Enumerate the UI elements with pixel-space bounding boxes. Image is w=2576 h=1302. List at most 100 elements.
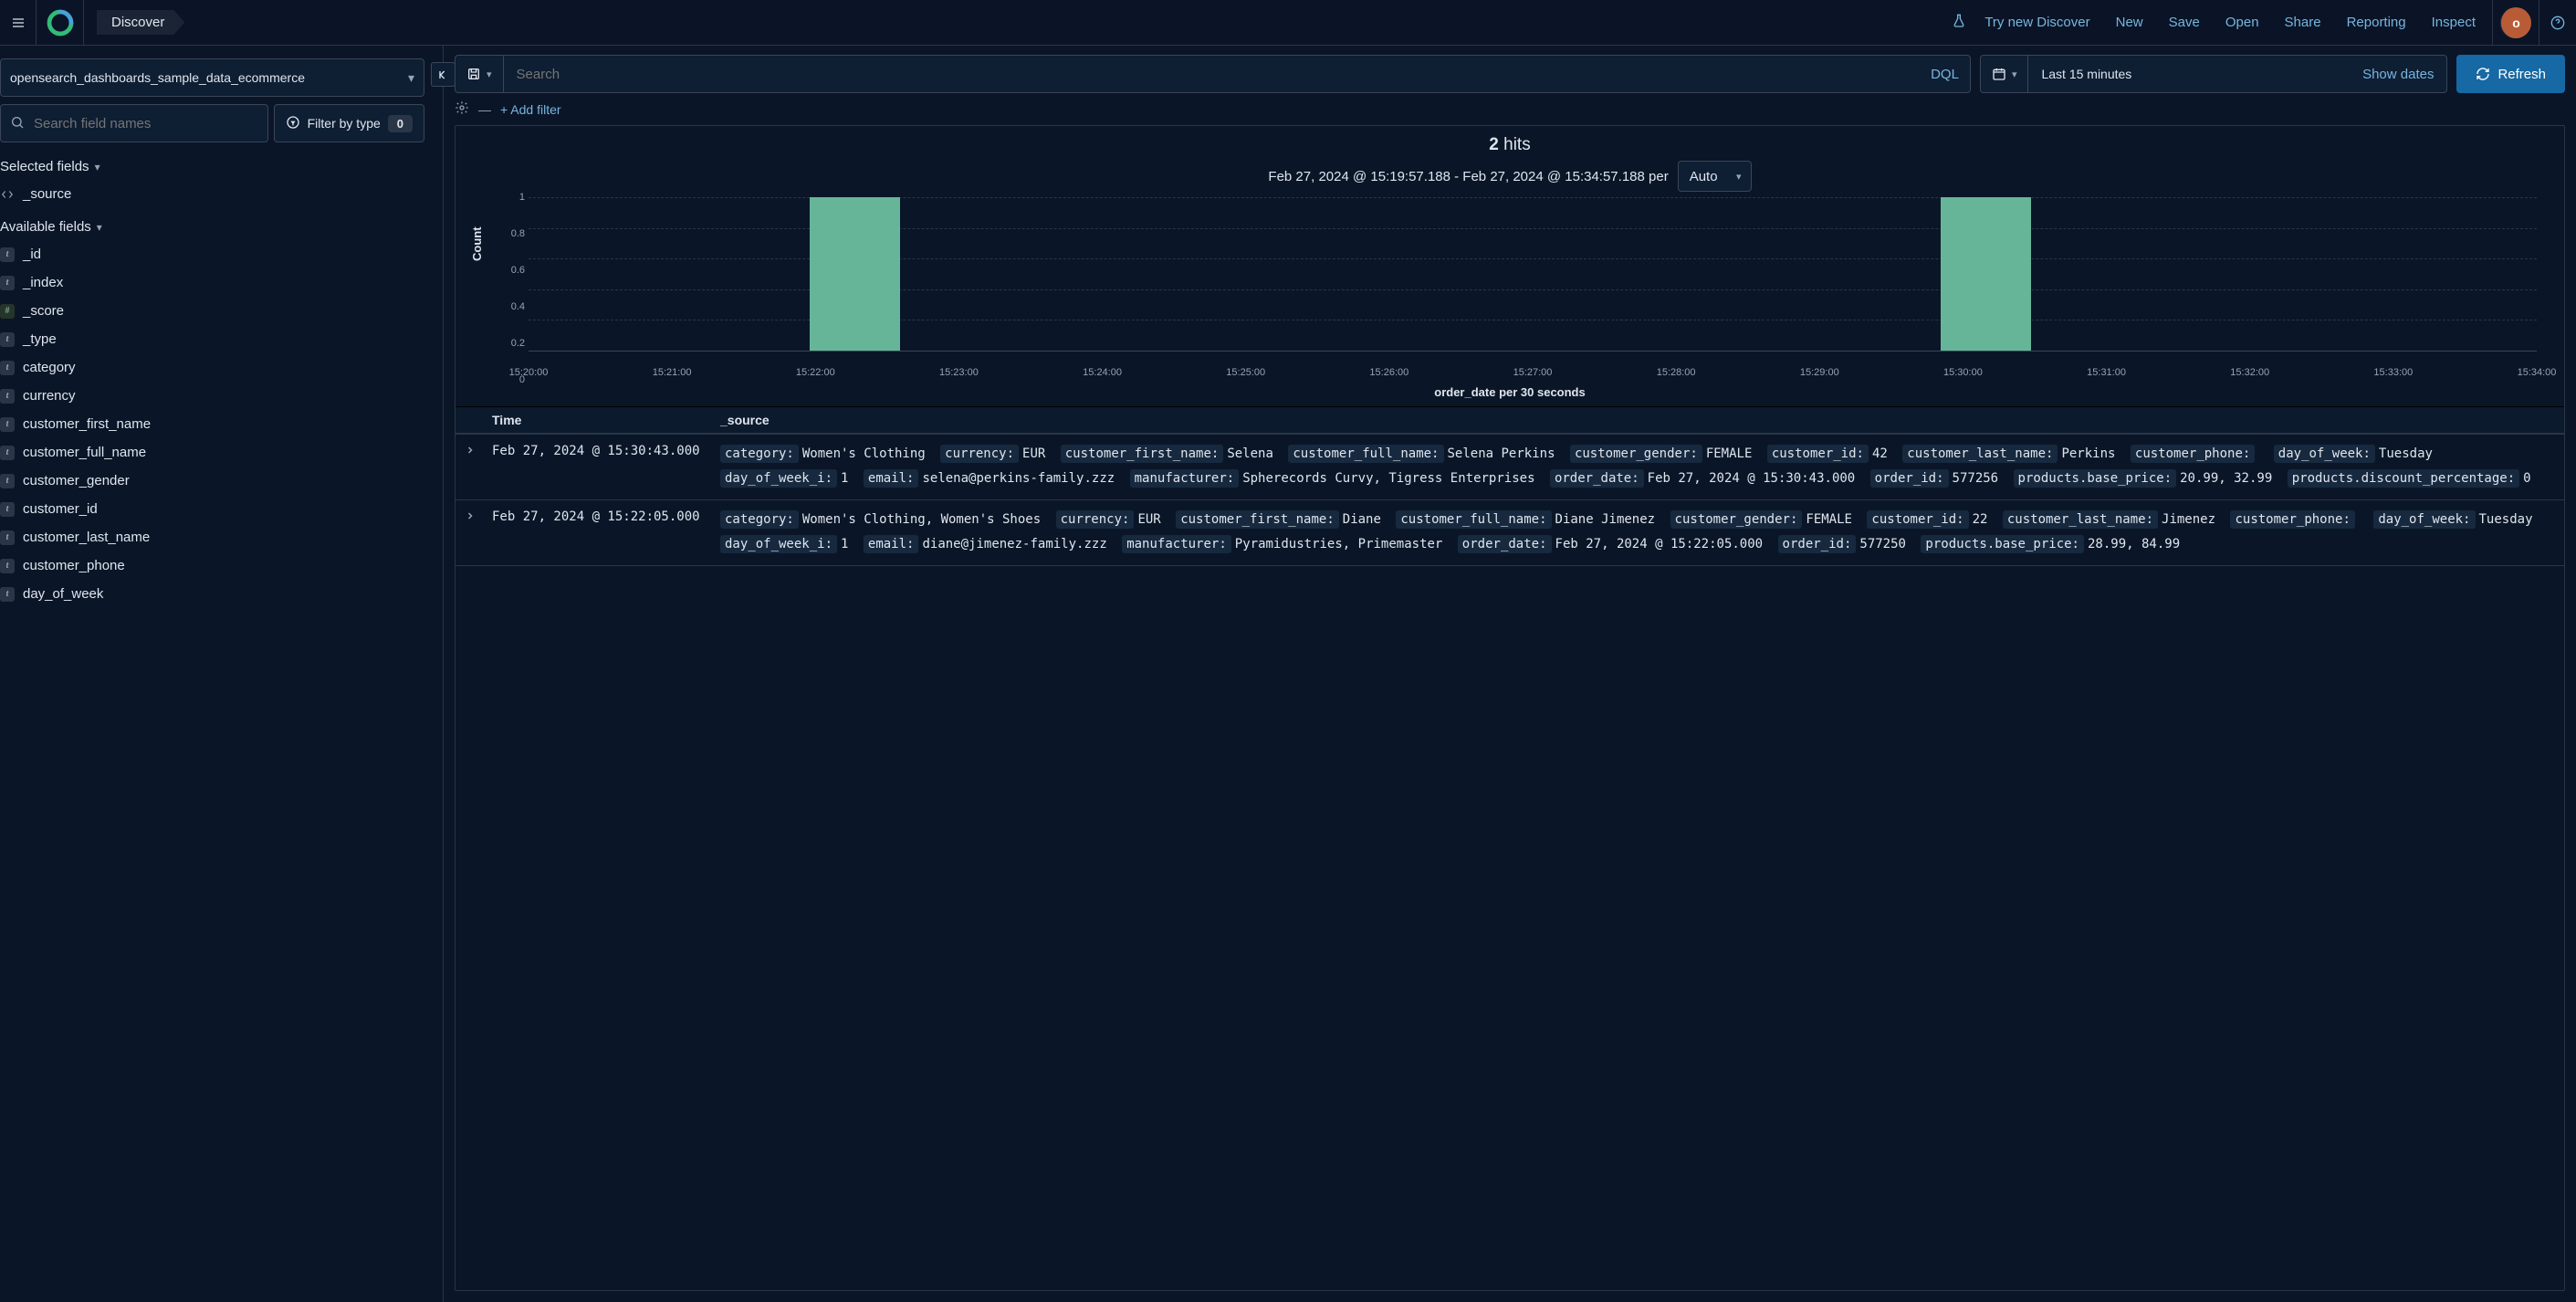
saved-query-button[interactable]: ▾: [455, 55, 503, 93]
col-time-header[interactable]: Time: [492, 413, 720, 427]
field-key: order_date:: [1550, 469, 1644, 488]
breadcrumb[interactable]: Discover: [97, 10, 184, 35]
field-kv: customer_gender:FEMALE: [1570, 446, 1759, 461]
app-logo[interactable]: [37, 0, 84, 45]
field-key: currency:: [1056, 510, 1135, 529]
field-item[interactable]: tcustomer_last_name: [0, 523, 434, 551]
user-avatar[interactable]: o: [2500, 7, 2531, 38]
add-filter-link[interactable]: + Add filter: [500, 102, 561, 117]
refresh-label: Refresh: [2497, 67, 2546, 82]
interval-select[interactable]: Auto: [1678, 161, 1752, 192]
filter-by-type-label: Filter by type: [308, 116, 381, 131]
field-item[interactable]: tcustomer_first_name: [0, 410, 434, 438]
field-kv: products.base_price:20.99, 32.99: [2014, 471, 2280, 486]
text-field-icon: t: [0, 530, 15, 545]
search-fields-input[interactable]: [32, 115, 258, 132]
field-item[interactable]: tcustomer_id: [0, 495, 434, 523]
histogram-bar[interactable]: [1941, 197, 2031, 351]
help-button[interactable]: [2539, 0, 2576, 45]
field-kv: customer_id:22: [1867, 512, 1995, 527]
topbar: Discover Try new Discover New Save Open …: [0, 0, 2576, 46]
sidebar: opensearch_dashboards_sample_data_ecomme…: [0, 46, 444, 1302]
field-key: customer_first_name:: [1061, 445, 1224, 463]
menu-share[interactable]: Share: [2274, 9, 2332, 36]
field-kv: email:diane@jimenez-family.zzz: [864, 537, 1115, 551]
table-row: Feb 27, 2024 @ 15:30:43.000category:Wome…: [456, 435, 2564, 500]
field-value: Pyramidustries, Primemaster: [1235, 537, 1443, 551]
search-fields-input-wrap[interactable]: [0, 104, 268, 142]
xtick: 15:29:00: [1800, 367, 1839, 378]
doc-table-header: Time _source: [456, 406, 2564, 435]
filter-icon: [286, 115, 300, 132]
date-range-input[interactable]: Last 15 minutes Show dates: [2027, 55, 2447, 93]
text-field-icon: t: [0, 559, 15, 573]
calendar-icon: [1992, 67, 2006, 81]
menu-new[interactable]: New: [2105, 9, 2154, 36]
field-item[interactable]: t_id: [0, 240, 434, 268]
field-item[interactable]: tcurrency: [0, 382, 434, 410]
refresh-button[interactable]: Refresh: [2456, 55, 2565, 93]
field-item[interactable]: tcustomer_full_name: [0, 438, 434, 467]
field-key: order_id:: [1870, 469, 1949, 488]
menu-reporting[interactable]: Reporting: [2336, 9, 2417, 36]
menu-inspect[interactable]: Inspect: [2421, 9, 2487, 36]
field-value: EUR: [1022, 446, 1045, 461]
main: opensearch_dashboards_sample_data_ecomme…: [0, 46, 2576, 1302]
field-key: day_of_week:: [2274, 445, 2375, 463]
filter-settings-button[interactable]: [455, 100, 469, 118]
expand-row-button[interactable]: [465, 508, 492, 556]
field-name: customer_id: [23, 501, 98, 517]
filter-by-type-button[interactable]: Filter by type 0: [274, 104, 424, 142]
menu-button[interactable]: [0, 0, 37, 45]
date-quick-button[interactable]: ▾: [1980, 55, 2028, 93]
xtick: 15:31:00: [2087, 367, 2126, 378]
expand-row-button[interactable]: [465, 442, 492, 490]
field-key: customer_first_name:: [1176, 510, 1339, 529]
table-row: Feb 27, 2024 @ 15:22:05.000category:Wome…: [456, 500, 2564, 566]
field-value: Diane Jimenez: [1555, 512, 1656, 527]
query-bar: ▾ DQL ▾ Last 15 minutes Show dates: [444, 46, 2576, 99]
field-item[interactable]: #_score: [0, 297, 434, 325]
search-icon: [10, 115, 25, 132]
field-item[interactable]: t_index: [0, 268, 434, 297]
col-source-header[interactable]: _source: [720, 413, 2555, 427]
field-kv: customer_first_name:Selena: [1061, 446, 1281, 461]
field-item[interactable]: tcustomer_gender: [0, 467, 434, 495]
field-item[interactable]: t customer_phone: [0, 551, 434, 580]
menu-try-new-discover[interactable]: Try new Discover: [1974, 9, 2100, 36]
field-name: _id: [23, 247, 41, 262]
text-field-icon: t: [0, 361, 15, 375]
interval-value: Auto: [1690, 169, 1718, 184]
field-kv: day_of_week:Tuesday: [2274, 446, 2440, 461]
field-key: category:: [720, 510, 799, 529]
field-name: customer_phone: [23, 558, 125, 573]
hits-header: 2 hits: [456, 126, 2564, 159]
field-item[interactable]: tcategory: [0, 353, 434, 382]
show-dates-link[interactable]: Show dates: [2362, 67, 2434, 82]
field-key: customer_phone:: [2131, 445, 2255, 463]
dql-toggle[interactable]: DQL: [1922, 67, 1959, 82]
menu-save[interactable]: Save: [2158, 9, 2211, 36]
field-value: Feb 27, 2024 @ 15:30:43.000: [1648, 471, 1856, 486]
chevron-down-icon: ▾: [97, 221, 102, 234]
selected-fields-header[interactable]: Selected fields ▾: [0, 153, 434, 180]
field-kv: day_of_week_i:1: [720, 471, 855, 486]
field-kv: customer_full_name:Selena Perkins: [1288, 446, 1562, 461]
field-item[interactable]: tday_of_week: [0, 580, 434, 608]
menu-open[interactable]: Open: [2215, 9, 2270, 36]
refresh-icon: [2476, 67, 2490, 81]
search-input[interactable]: [515, 66, 1922, 83]
index-pattern-select[interactable]: opensearch_dashboards_sample_data_ecomme…: [0, 58, 424, 97]
disk-icon: [466, 67, 481, 81]
xtick: 15:21:00: [653, 367, 692, 378]
field-item[interactable]: t_type: [0, 325, 434, 353]
search-input-wrap[interactable]: DQL: [503, 55, 1971, 93]
collapse-sidebar-button[interactable]: [431, 62, 456, 87]
histogram-bar[interactable]: [810, 197, 900, 351]
field-item[interactable]: _source: [0, 180, 434, 208]
field-kv: order_id:577250: [1778, 537, 1913, 551]
field-kv: products.discount_percentage:0: [2288, 471, 2539, 486]
available-fields-header[interactable]: Available fields ▾: [0, 214, 434, 240]
field-value: diane@jimenez-family.zzz: [922, 537, 1106, 551]
histogram-chart[interactable]: Count 15:20:0015:21:0015:22:0015:23:0015…: [474, 197, 2546, 380]
